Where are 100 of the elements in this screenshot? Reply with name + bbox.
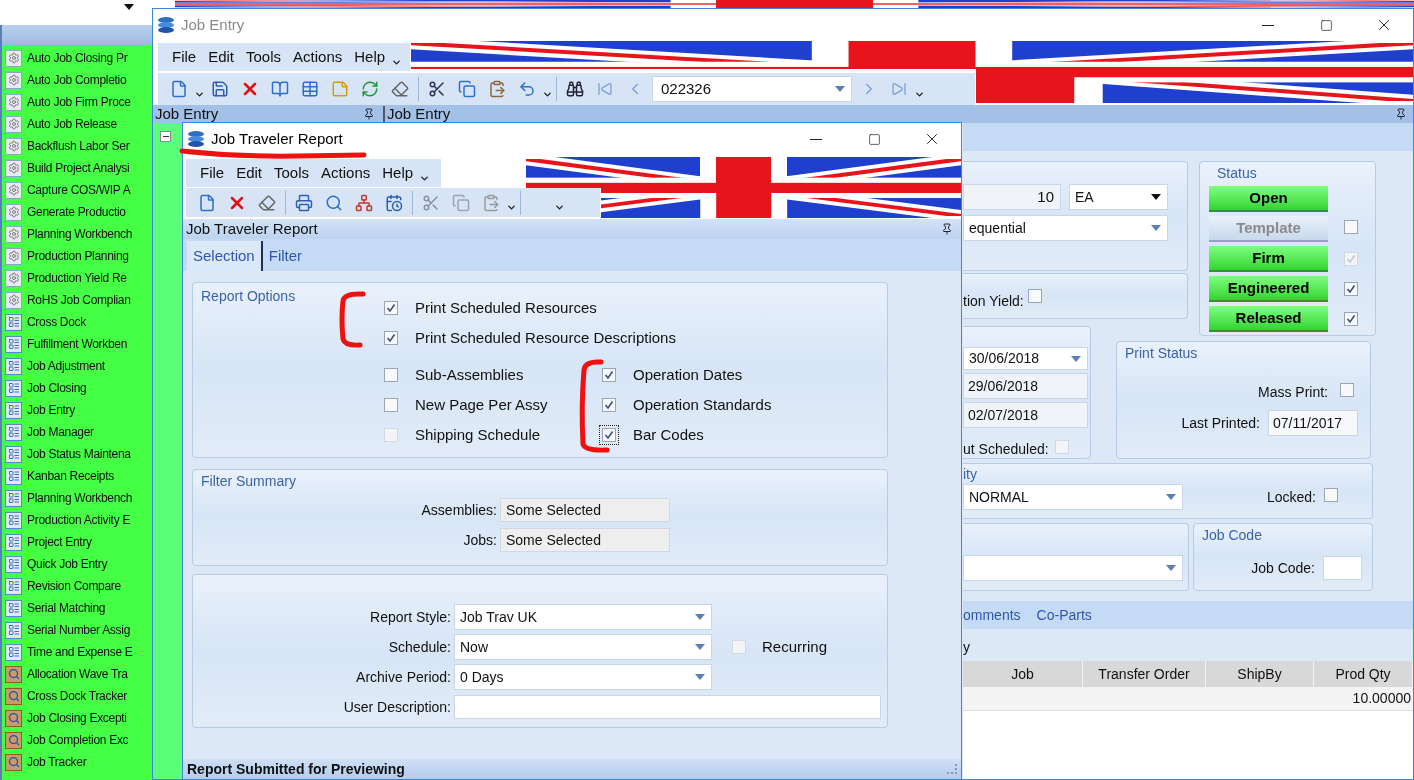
- sidebar-item[interactable]: Production Activity E: [2, 509, 152, 531]
- job-code-field[interactable]: [1323, 556, 1362, 580]
- sidebar-item[interactable]: Project Entry: [2, 531, 152, 553]
- checkbox[interactable]: [1344, 220, 1358, 234]
- tab[interactable]: omments: [963, 604, 1021, 626]
- status-button[interactable]: Released: [1209, 306, 1328, 332]
- pane-header: Job Entry: [387, 105, 451, 123]
- checkbox[interactable]: [1340, 383, 1354, 397]
- sidebar-item[interactable]: Auto Job Closing Pr: [2, 47, 152, 69]
- resize-grip-icon[interactable]: [947, 764, 957, 774]
- sidebar-item[interactable]: Production Planning: [2, 245, 152, 267]
- date-field[interactable]: 29/06/2018: [963, 373, 1088, 399]
- dropdown[interactable]: Now: [454, 634, 712, 660]
- status-button[interactable]: Firm: [1209, 246, 1328, 272]
- sidebar-item[interactable]: Job Manager: [2, 421, 152, 443]
- tab[interactable]: Selection: [187, 241, 263, 271]
- sidebar-item[interactable]: Job Tracker: [2, 751, 152, 773]
- sidebar-item[interactable]: Planning Workbench: [2, 223, 152, 245]
- sidebar-item[interactable]: Job Closing: [2, 377, 152, 399]
- last-printed-field[interactable]: 07/11/2017: [1268, 410, 1358, 436]
- sidebar-item[interactable]: Job Completion Exc: [2, 729, 152, 751]
- eraser-icon: [391, 80, 409, 98]
- sidebar-item[interactable]: Job Closing Excepti: [2, 707, 152, 729]
- sidebar-item[interactable]: Build Project Analysi: [2, 157, 152, 179]
- priority-dropdown[interactable]: NORMAL: [963, 484, 1183, 510]
- sidebar-item[interactable]: Auto Job Release: [2, 113, 152, 135]
- overflow-caret-icon[interactable]: [554, 202, 565, 213]
- scheduling-dropdown[interactable]: equential: [963, 215, 1168, 241]
- checkbox[interactable]: [1027, 289, 1042, 303]
- sidebar-item[interactable]: Backflush Labor Ser: [2, 135, 152, 157]
- sidebar-item[interactable]: Auto Job Completio: [2, 69, 152, 91]
- sidebar-item[interactable]: Auto Job Firm Proce: [2, 91, 152, 113]
- sidebar-item[interactable]: Job Status Maintena: [2, 443, 152, 465]
- checkbox[interactable]: [1344, 282, 1358, 296]
- form-icon: [5, 357, 22, 375]
- dropdown[interactable]: 0 Days: [454, 664, 712, 690]
- menu-item[interactable]: File: [166, 45, 203, 69]
- status-button[interactable]: Engineered: [1209, 276, 1328, 302]
- checkbox[interactable]: [384, 368, 398, 382]
- menu-item[interactable]: Help: [348, 45, 392, 69]
- sidebar-item[interactable]: Production Yield Re: [2, 267, 152, 289]
- menu-item[interactable]: Tools: [240, 45, 288, 69]
- checkbox[interactable]: [602, 398, 616, 412]
- summary-field: Some Selected: [500, 528, 670, 552]
- paste-icon: [488, 80, 506, 98]
- sidebar-item[interactable]: Revision Compare: [2, 575, 152, 597]
- pin-icon[interactable]: [941, 223, 953, 235]
- sidebar-item[interactable]: Quick Job Entry: [2, 553, 152, 575]
- save-icon: [211, 80, 229, 98]
- field-label: Schedule:: [387, 637, 451, 657]
- menu-item[interactable]: Actions: [315, 161, 377, 185]
- checkbox[interactable]: [1324, 488, 1338, 502]
- pin-icon[interactable]: [1395, 108, 1407, 120]
- sidebar-item[interactable]: Fulfillment Workben: [2, 333, 152, 355]
- overflow-caret-icon[interactable]: [506, 202, 517, 213]
- quantity-field[interactable]: 10: [963, 184, 1061, 210]
- checkbox[interactable]: [1344, 312, 1358, 326]
- menu-item[interactable]: Edit: [202, 45, 241, 69]
- sidebar-item[interactable]: Job Adjustment: [2, 355, 152, 377]
- note-icon: [331, 80, 349, 98]
- sidebar-item[interactable]: Cross Dock Tracker: [2, 685, 152, 707]
- menu-item[interactable]: Tools: [268, 161, 316, 185]
- checkbox[interactable]: [384, 301, 398, 315]
- form-icon: [5, 335, 22, 353]
- checkbox[interactable]: [384, 331, 398, 345]
- sidebar-item[interactable]: Time and Expense E: [2, 641, 152, 663]
- field-label: User Description:: [342, 697, 451, 717]
- sidebar-item[interactable]: Cross Dock: [2, 311, 152, 333]
- date-field[interactable]: 02/07/2018: [963, 402, 1088, 428]
- menu-item[interactable]: File: [194, 161, 231, 185]
- date-dropdown[interactable]: 30/06/2018: [963, 347, 1088, 370]
- field-label: tion Yield:: [963, 292, 1024, 311]
- checkbox[interactable]: [384, 398, 398, 412]
- tab[interactable]: Filter: [262, 241, 309, 271]
- job-number-combo[interactable]: 022326: [652, 76, 852, 102]
- sidebar-item[interactable]: Job Entry: [2, 399, 152, 421]
- tab[interactable]: Co-Parts: [1036, 604, 1092, 626]
- sidebar-item[interactable]: Serial Matching: [2, 597, 152, 619]
- description-field[interactable]: [454, 695, 881, 719]
- sidebar-item[interactable]: Allocation Wave Tra: [2, 663, 152, 685]
- menu-item[interactable]: Actions: [287, 45, 349, 69]
- sidebar-item[interactable]: Kanban Receipts: [2, 465, 152, 487]
- gear-icon: [5, 291, 22, 309]
- dropdown-caret-icon[interactable]: [124, 4, 134, 10]
- dropdown-caret-icon: [1166, 494, 1176, 500]
- menu-item[interactable]: Help: [376, 161, 420, 185]
- sidebar-item[interactable]: Serial Number Assig: [2, 619, 152, 641]
- option-label: Print Scheduled Resource Descriptions: [415, 327, 676, 348]
- sidebar-item[interactable]: RoHS Job Complian: [2, 289, 152, 311]
- status-button[interactable]: Open: [1209, 186, 1328, 212]
- report-search-icon: [5, 709, 22, 727]
- unit-dropdown[interactable]: EA: [1069, 184, 1168, 210]
- sidebar-item[interactable]: Generate Productio: [2, 201, 152, 223]
- checkbox[interactable]: [602, 368, 616, 382]
- sidebar-item[interactable]: Capture COS/WIP A: [2, 179, 152, 201]
- dropdown[interactable]: Job Trav UK: [454, 604, 712, 630]
- sidebar-item[interactable]: Planning Workbench: [2, 487, 152, 509]
- pin-icon[interactable]: [363, 108, 375, 120]
- menu-item[interactable]: Edit: [230, 161, 269, 185]
- collapse-icon[interactable]: [160, 131, 171, 142]
